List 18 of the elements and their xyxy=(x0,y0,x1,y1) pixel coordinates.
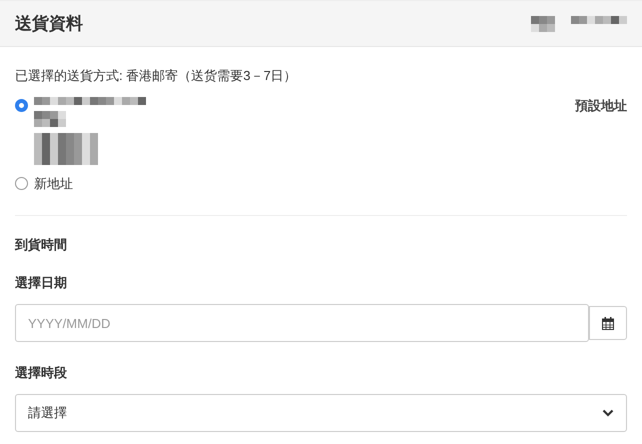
redacted-drawing xyxy=(34,111,66,127)
field-label: 選擇日期 xyxy=(15,274,68,292)
calendar-icon xyxy=(602,316,614,330)
time-slot-select[interactable]: 請選擇 xyxy=(15,394,627,432)
radio-button[interactable] xyxy=(15,177,28,190)
date-field[interactable]: YYYY/MM/DD xyxy=(15,304,589,342)
radio-label[interactable]: 新地址 xyxy=(34,175,73,193)
panel-title: 送貨資料 xyxy=(15,13,83,35)
radio-button[interactable] xyxy=(15,99,28,112)
field-label: 選擇時段 xyxy=(15,364,68,382)
shipping-method: 已選擇的送貨方式: 香港邮寄（送货需要3－7日） xyxy=(15,67,298,85)
redacted-drawing xyxy=(34,133,98,165)
calendar-button[interactable] xyxy=(589,306,627,340)
section-heading: 到貨時間 xyxy=(15,236,68,254)
redacted-drawing xyxy=(571,16,627,24)
redacted-drawing xyxy=(531,16,555,32)
default-address-label: 預設地址 xyxy=(575,97,627,115)
chevron-down-icon xyxy=(602,409,614,417)
